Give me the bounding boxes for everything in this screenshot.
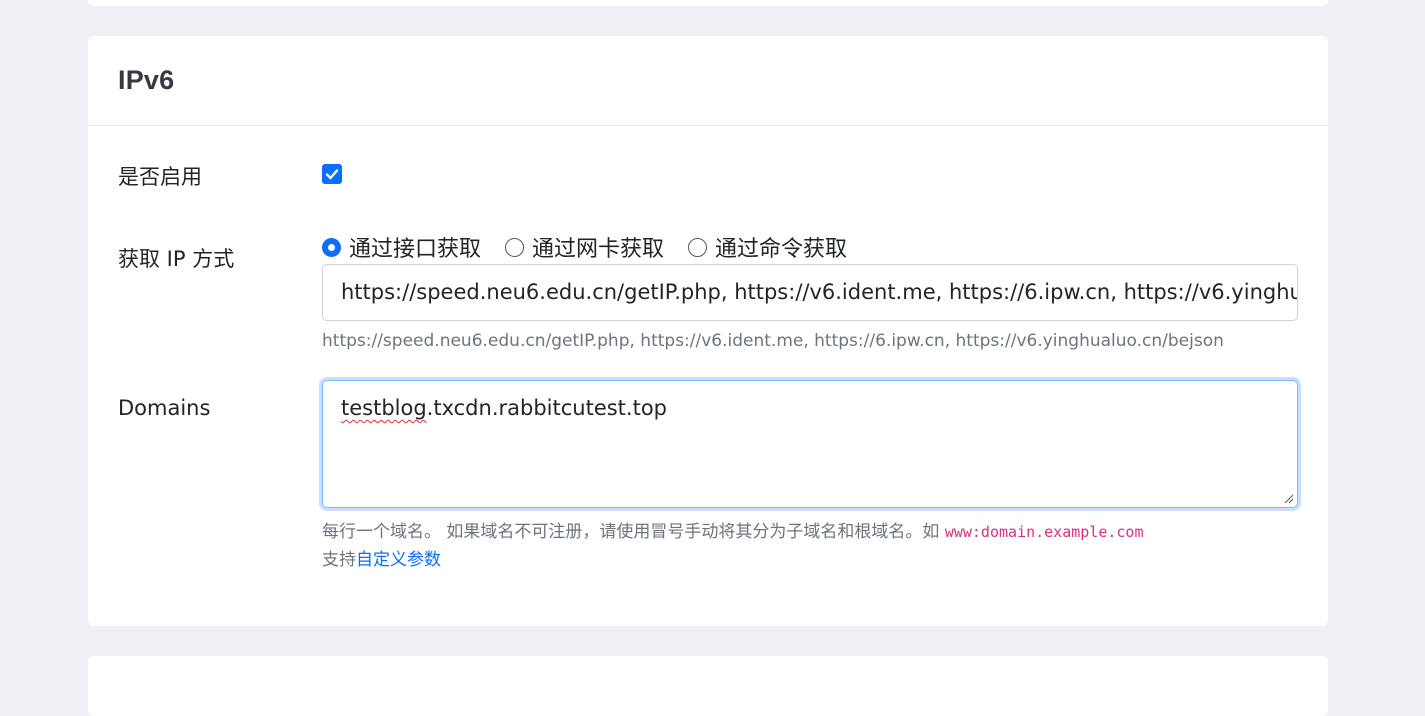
radio-button-api[interactable]: [322, 237, 341, 257]
domains-help-line2: 支持自定义参数: [322, 546, 1144, 574]
domains-help-code: www:domain.example.com: [944, 523, 1144, 541]
ip-url-input[interactable]: https://speed.neu6.edu.cn/getIP.php, htt…: [322, 264, 1298, 321]
next-card: [88, 656, 1328, 716]
ip-method-label: 获取 IP 方式: [118, 247, 235, 271]
enable-checkbox[interactable]: [322, 164, 342, 184]
previous-card: [88, 0, 1328, 6]
radio-label-nic: 通过网卡获取: [532, 237, 665, 262]
domains-help: 每行一个域名。 如果域名不可注册，请使用冒号手动将其分为子域名和根域名。如 ww…: [322, 518, 1144, 574]
domains-textarea[interactable]: testblog.txcdn.rabbitcutest.top: [322, 380, 1298, 508]
radio-option-nic[interactable]: 通过网卡获取: [505, 231, 664, 263]
enable-label: 是否启用: [118, 165, 202, 189]
custom-params-link[interactable]: 自定义参数: [356, 550, 441, 570]
domains-help-line1: 每行一个域名。 如果域名不可注册，请使用冒号手动将其分为子域名和根域名。如 ww…: [322, 518, 1144, 546]
domains-help-prefix: 支持: [322, 550, 356, 570]
radio-label-api: 通过接口获取: [349, 237, 482, 262]
card-header: IPv6: [88, 36, 1328, 126]
spellcheck-word: testblog: [341, 396, 427, 420]
ipv6-card: IPv6 是否启用 获取 IP 方式 通过接口获取 通过网卡获取 通过命令获取 …: [88, 36, 1328, 626]
section-title: IPv6: [118, 65, 175, 95]
domain-rest: .txcdn.rabbitcutest.top: [426, 396, 668, 420]
check-icon: [325, 169, 339, 180]
radio-button-command[interactable]: [688, 237, 708, 257]
domains-label: Domains: [118, 396, 211, 420]
radio-label-command: 通过命令获取: [715, 237, 848, 262]
domains-help-text: 每行一个域名。 如果域名不可注册，请使用冒号手动将其分为子域名和根域名。如: [322, 522, 940, 542]
radio-option-command[interactable]: 通过命令获取: [688, 231, 847, 263]
ip-method-radio-group: 通过接口获取 通过网卡获取 通过命令获取: [322, 232, 847, 262]
resize-grip-icon[interactable]: [1282, 492, 1294, 504]
radio-button-nic[interactable]: [505, 237, 525, 257]
radio-option-api[interactable]: 通过接口获取: [322, 231, 481, 263]
ip-url-help: https://speed.neu6.edu.cn/getIP.php, htt…: [322, 331, 1224, 351]
